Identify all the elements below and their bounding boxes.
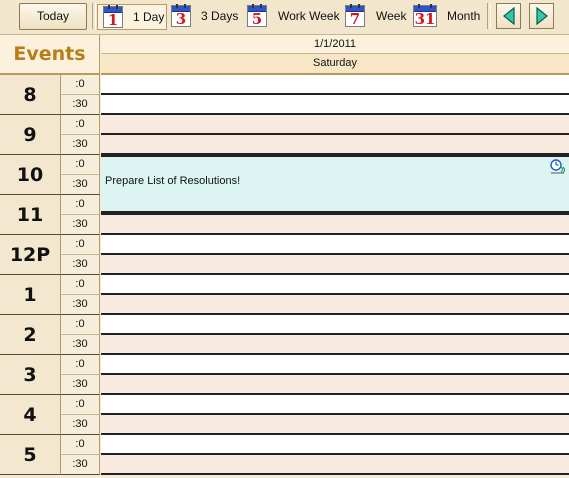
week-calendar-icon: 7 [345, 4, 365, 27]
time-slot[interactable] [101, 395, 569, 415]
view-week-label: Week [376, 9, 407, 23]
view-work-week-label: Work Week [278, 9, 340, 23]
half-hour-label: :30 [61, 415, 100, 435]
half-hour-label: :30 [61, 295, 100, 315]
time-slot[interactable] [101, 335, 569, 355]
hour-label: 10 [0, 155, 61, 195]
half-hour-label: :30 [61, 215, 100, 235]
toolbar-separator [487, 3, 491, 29]
appointment-subject: Prepare List of Resolutions! [105, 175, 241, 187]
time-slot[interactable] [101, 435, 569, 455]
day-weekday-header[interactable]: Saturday [101, 54, 569, 75]
day-calendar-icon: 1 [103, 5, 123, 28]
hour-label: 11 [0, 195, 61, 235]
hour-label: 8 [0, 75, 61, 115]
day-date-header[interactable]: 1/1/2011 [101, 35, 569, 54]
half-hour-label: :0 [61, 355, 100, 375]
time-slot[interactable] [101, 315, 569, 335]
half-hour-label: :30 [61, 255, 100, 275]
half-hour-label: :0 [61, 395, 100, 415]
half-hour-label: :30 [61, 335, 100, 355]
hour-label: 12P [0, 235, 61, 275]
view-3-days-button[interactable]: 3 3 Days [169, 4, 239, 28]
next-day-button[interactable] [529, 3, 554, 29]
hour-label: 2 [0, 315, 61, 355]
half-hour-label: :0 [61, 195, 100, 215]
hour-label: 9 [0, 115, 61, 155]
time-slot[interactable] [101, 455, 569, 475]
half-hour-label: :30 [61, 455, 100, 475]
half-hour-label: :0 [61, 315, 100, 335]
hour-label: 3 [0, 355, 61, 395]
recurring-clock-icon [550, 159, 565, 174]
half-hour-label: :0 [61, 115, 100, 135]
view-1-day-button[interactable]: 1 1 Day [97, 4, 167, 30]
time-slot[interactable] [101, 235, 569, 255]
hour-label: 4 [0, 395, 61, 435]
view-1-day-label: 1 Day [133, 10, 165, 24]
half-hour-label: :0 [61, 155, 100, 175]
half-hour-label: :0 [61, 435, 100, 455]
today-button[interactable]: Today [19, 3, 87, 30]
hour-label: 5 [0, 435, 61, 475]
view-3-days-label: 3 Days [201, 9, 239, 23]
view-work-week-button[interactable]: 5 Work Week [245, 4, 340, 28]
half-hour-label: :30 [61, 95, 100, 115]
previous-day-button[interactable] [496, 3, 521, 29]
time-slot[interactable] [101, 115, 569, 135]
half-hour-label: :30 [61, 375, 100, 395]
time-slot[interactable] [101, 135, 569, 155]
time-slot[interactable] [101, 75, 569, 95]
events-header: Events [0, 35, 100, 75]
appointment-block[interactable]: Prepare List of Resolutions! [101, 155, 569, 213]
half-hour-label: :0 [61, 235, 100, 255]
toolbar-separator [92, 3, 96, 29]
time-slot[interactable] [101, 375, 569, 395]
time-slot[interactable] [101, 215, 569, 235]
time-slot[interactable] [101, 415, 569, 435]
view-month-label: Month [447, 9, 481, 23]
half-hour-label: :0 [61, 75, 100, 95]
time-slot[interactable] [101, 255, 569, 275]
work-week-calendar-icon: 5 [247, 4, 267, 27]
time-slot[interactable] [101, 355, 569, 375]
time-slot[interactable] [101, 275, 569, 295]
half-hour-label: :30 [61, 175, 100, 195]
view-week-button[interactable]: 7 Week [343, 4, 407, 28]
half-hour-label: :0 [61, 275, 100, 295]
triangle-right-icon [536, 7, 548, 25]
time-slot[interactable] [101, 295, 569, 315]
view-month-button[interactable]: 31 Month [412, 4, 482, 28]
half-hour-label: :30 [61, 135, 100, 155]
month-calendar-icon: 31 [413, 4, 437, 27]
calendar-toolbar: Today 1 1 Day 3 3 Days 5 Work Week 7 Wee… [0, 0, 569, 35]
triangle-left-icon [503, 7, 515, 25]
time-slot[interactable] [101, 95, 569, 115]
hour-label: 1 [0, 275, 61, 315]
three-days-calendar-icon: 3 [171, 4, 191, 27]
